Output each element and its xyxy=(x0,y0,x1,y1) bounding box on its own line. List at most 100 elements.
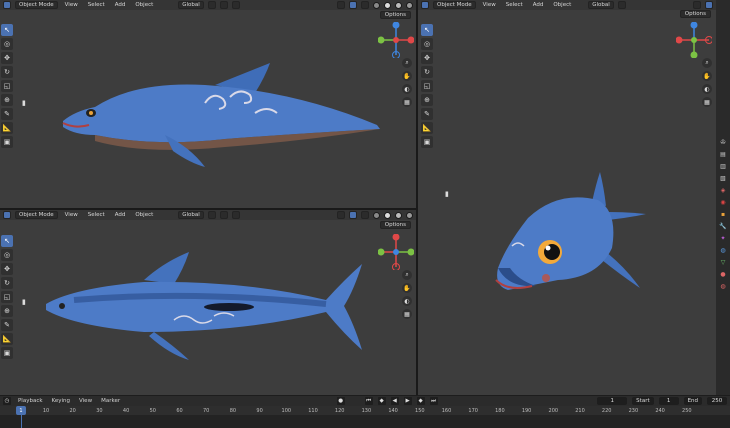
rotate-tool-icon[interactable]: ↻ xyxy=(1,66,13,78)
annotate-tool-icon[interactable]: ✎ xyxy=(1,319,13,331)
menu-select[interactable]: Select xyxy=(85,1,108,9)
menu-add[interactable]: Add xyxy=(530,1,547,9)
mode-dropdown[interactable]: Object Mode xyxy=(15,211,58,219)
rendered-shading-icon[interactable] xyxy=(406,211,413,219)
timeline-area[interactable]: 1 10 20 30 40 50 60 70 80 90 100 110 120 130 140 150 16… xyxy=(0,406,730,428)
object-tab-icon[interactable]: ▪ xyxy=(719,210,727,218)
pivot-icon[interactable] xyxy=(617,1,626,9)
modifier-tab-icon[interactable]: 🔧 xyxy=(719,222,727,230)
playback-menu[interactable]: Playback xyxy=(16,398,45,404)
grid-icon[interactable]: ▦ xyxy=(402,309,412,319)
menu-view[interactable]: View xyxy=(480,1,499,9)
add-cube-tool-icon[interactable]: ▣ xyxy=(1,136,13,148)
add-cube-tool-icon[interactable]: ▣ xyxy=(1,347,13,359)
zoom-icon[interactable]: ⌕ xyxy=(702,58,712,68)
scale-tool-icon[interactable]: ◱ xyxy=(421,80,433,92)
record-icon[interactable]: ● xyxy=(336,397,345,405)
editor-type-icon[interactable] xyxy=(421,1,429,9)
scene-tab-icon[interactable]: ◈ xyxy=(719,186,727,194)
rendered-shading-icon[interactable] xyxy=(406,1,413,9)
viewport-top-left[interactable]: Object Mode View Select Add Object Globa… xyxy=(0,0,416,208)
navigation-gizmo[interactable] xyxy=(378,22,414,58)
proportional-edit-icon[interactable] xyxy=(231,1,240,9)
scale-tool-icon[interactable]: ◱ xyxy=(1,291,13,303)
view-menu[interactable]: View xyxy=(77,398,94,404)
pan-hand-icon[interactable]: ✋ xyxy=(702,71,712,81)
move-tool-icon[interactable]: ✥ xyxy=(1,263,13,275)
visibility-icon[interactable] xyxy=(693,1,701,9)
menu-view[interactable]: View xyxy=(62,211,81,219)
navigation-gizmo[interactable] xyxy=(676,22,712,58)
viewport-bottom-left[interactable]: Object Mode View Select Add Object Globa… xyxy=(0,210,416,395)
measure-tool-icon[interactable]: 📐 xyxy=(421,122,433,134)
particles-tab-icon[interactable]: ✦ xyxy=(719,234,727,242)
menu-select[interactable]: Select xyxy=(85,211,108,219)
editor-type-icon[interactable] xyxy=(3,1,11,9)
area-divider-horizontal[interactable] xyxy=(0,208,416,210)
current-frame-field[interactable]: 1 xyxy=(597,397,628,405)
current-frame-indicator[interactable]: 1 xyxy=(16,406,26,415)
dolphin-model-top[interactable] xyxy=(44,250,374,370)
view-layer-tab-icon[interactable]: ▧ xyxy=(719,174,727,182)
editor-type-icon[interactable] xyxy=(3,211,11,219)
timeline-editor-icon[interactable]: ◷ xyxy=(3,397,11,405)
menu-object[interactable]: Object xyxy=(550,1,574,9)
pan-hand-icon[interactable]: ✋ xyxy=(402,283,412,293)
camera-icon[interactable]: ◐ xyxy=(402,84,412,94)
mode-dropdown[interactable]: Object Mode xyxy=(15,1,58,9)
zoom-icon[interactable]: ⌕ xyxy=(402,58,412,68)
measure-tool-icon[interactable]: 📐 xyxy=(1,122,13,134)
wireframe-shading-icon[interactable] xyxy=(373,1,380,9)
transform-orientation-dropdown[interactable]: Global xyxy=(178,211,204,219)
camera-icon[interactable]: ◐ xyxy=(702,84,712,94)
snap-icon[interactable] xyxy=(219,211,228,219)
menu-select[interactable]: Select xyxy=(503,1,526,9)
visibility-icon[interactable] xyxy=(337,211,345,219)
pan-hand-icon[interactable]: ✋ xyxy=(402,71,412,81)
marker-menu[interactable]: Marker xyxy=(99,398,122,404)
select-tool-icon[interactable]: ↖ xyxy=(1,24,13,36)
transform-tool-icon[interactable]: ⊕ xyxy=(1,305,13,317)
playhead[interactable] xyxy=(21,415,22,428)
camera-icon[interactable]: ◐ xyxy=(402,296,412,306)
gizmo-toggle-icon[interactable] xyxy=(349,211,357,219)
world-tab-icon[interactable]: ◉ xyxy=(719,198,727,206)
constraints-tab-icon[interactable]: ▽ xyxy=(719,258,727,266)
next-keyframe-icon[interactable]: ◆ xyxy=(416,397,425,405)
overlay-icon[interactable] xyxy=(361,211,369,219)
sidebar-toggle-icon[interactable]: ▮ xyxy=(445,190,449,198)
jump-start-icon[interactable]: ⏮ xyxy=(364,397,373,405)
physics-tab-icon[interactable]: ◍ xyxy=(719,246,727,254)
navigation-gizmo[interactable] xyxy=(378,234,414,270)
tool-tab-icon[interactable]: ✇ xyxy=(719,138,727,146)
jump-end-icon[interactable]: ⏭ xyxy=(429,397,438,405)
proportional-edit-icon[interactable] xyxy=(231,211,240,219)
dolphin-model-side[interactable] xyxy=(55,55,390,175)
menu-object[interactable]: Object xyxy=(132,211,156,219)
overlay-icon[interactable] xyxy=(361,1,369,9)
solid-shading-icon[interactable] xyxy=(384,211,391,219)
grid-icon[interactable]: ▦ xyxy=(702,97,712,107)
play-icon[interactable]: ▶ xyxy=(403,397,412,405)
transform-orientation-dropdown[interactable]: Global xyxy=(588,1,614,9)
rotate-tool-icon[interactable]: ↻ xyxy=(1,277,13,289)
visibility-icon[interactable] xyxy=(337,1,345,9)
menu-object[interactable]: Object xyxy=(132,1,156,9)
transform-tool-icon[interactable]: ⊕ xyxy=(1,94,13,106)
render-tab-icon[interactable]: ▤ xyxy=(719,150,727,158)
gizmo-toggle-icon[interactable] xyxy=(705,1,713,9)
sidebar-toggle-icon[interactable]: ▮ xyxy=(22,99,26,107)
rotate-tool-icon[interactable]: ↻ xyxy=(421,66,433,78)
move-tool-icon[interactable]: ✥ xyxy=(421,52,433,64)
transform-tool-icon[interactable]: ⊕ xyxy=(421,94,433,106)
pivot-icon[interactable] xyxy=(207,1,216,9)
pivot-icon[interactable] xyxy=(207,211,216,219)
options-button[interactable]: Options xyxy=(379,221,411,229)
grid-icon[interactable]: ▦ xyxy=(402,97,412,107)
menu-view[interactable]: View xyxy=(62,1,81,9)
transform-orientation-dropdown[interactable]: Global xyxy=(178,1,204,9)
select-tool-icon[interactable]: ↖ xyxy=(421,24,433,36)
measure-tool-icon[interactable]: 📐 xyxy=(1,333,13,345)
add-cube-tool-icon[interactable]: ▣ xyxy=(421,136,433,148)
move-tool-icon[interactable]: ✥ xyxy=(1,52,13,64)
